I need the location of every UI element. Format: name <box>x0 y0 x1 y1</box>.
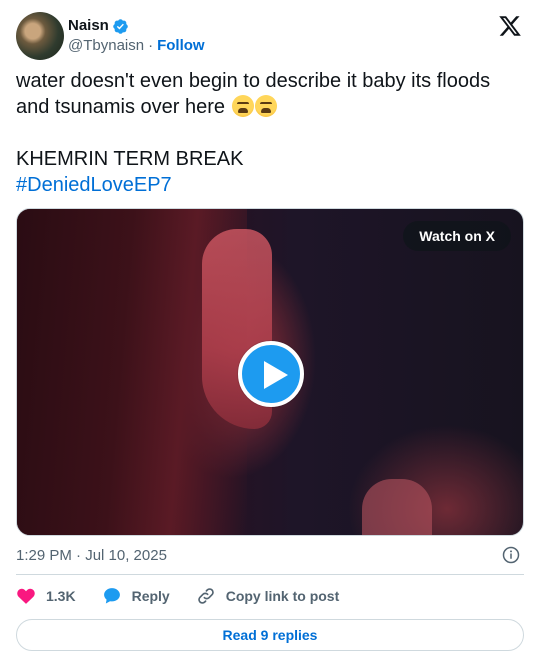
reply-label: Reply <box>131 588 170 604</box>
read-replies-button[interactable]: Read 9 replies <box>16 619 524 651</box>
watch-on-x-button[interactable]: Watch on X <box>403 221 511 251</box>
follow-link[interactable]: Follow <box>157 36 205 56</box>
separator-dot: · <box>148 37 154 54</box>
video-frame-hand <box>362 479 432 535</box>
copy-link-label: Copy link to post <box>225 588 340 604</box>
tired-face-emoji-icon <box>254 95 277 117</box>
x-logo-icon[interactable] <box>498 14 522 38</box>
tweet-header: Naisn @Tbynaisn · Follow <box>16 12 524 60</box>
author-name[interactable]: Naisn <box>68 16 109 36</box>
copy-link-button[interactable]: Copy link to post <box>196 586 340 606</box>
like-count: 1.3K <box>46 588 76 604</box>
tweet-meta: 1:29 PM · Jul 10, 2025 <box>16 536 524 574</box>
reply-button[interactable]: Reply <box>102 586 170 606</box>
timestamp[interactable]: 1:29 PM · Jul 10, 2025 <box>16 547 167 564</box>
tweet-text-line: water doesn't even begin to describe it … <box>16 68 524 120</box>
tweet-embed-card: Naisn @Tbynaisn · Follow water doesn't e… <box>0 0 540 657</box>
play-icon <box>264 361 288 389</box>
tweet-line-1: water doesn't even begin to describe it … <box>16 70 491 118</box>
reply-bubble-icon <box>103 588 120 604</box>
handle-row: @Tbynaisn · Follow <box>68 36 205 56</box>
play-button[interactable] <box>238 341 304 407</box>
info-icon[interactable] <box>502 546 520 564</box>
tweet-text: water doesn't even begin to describe it … <box>16 68 524 198</box>
heart-icon <box>17 588 35 604</box>
tweet-line-2: KHEMRIN TERM BREAK <box>16 148 244 170</box>
hashtag-link[interactable]: #DeniedLoveEP7 <box>16 174 172 196</box>
author-info: Naisn @Tbynaisn · Follow <box>68 16 205 56</box>
author-handle[interactable]: @Tbynaisn <box>68 36 144 56</box>
weary-face-emoji-icon <box>231 95 254 117</box>
video-media[interactable]: Watch on X <box>16 208 524 536</box>
verified-badge-icon <box>113 18 128 34</box>
like-button[interactable]: 1.3K <box>16 586 76 606</box>
link-icon <box>197 588 214 604</box>
name-row: Naisn <box>68 16 205 36</box>
avatar[interactable] <box>16 12 64 60</box>
action-bar: 1.3K Reply Copy link to post <box>16 575 524 617</box>
